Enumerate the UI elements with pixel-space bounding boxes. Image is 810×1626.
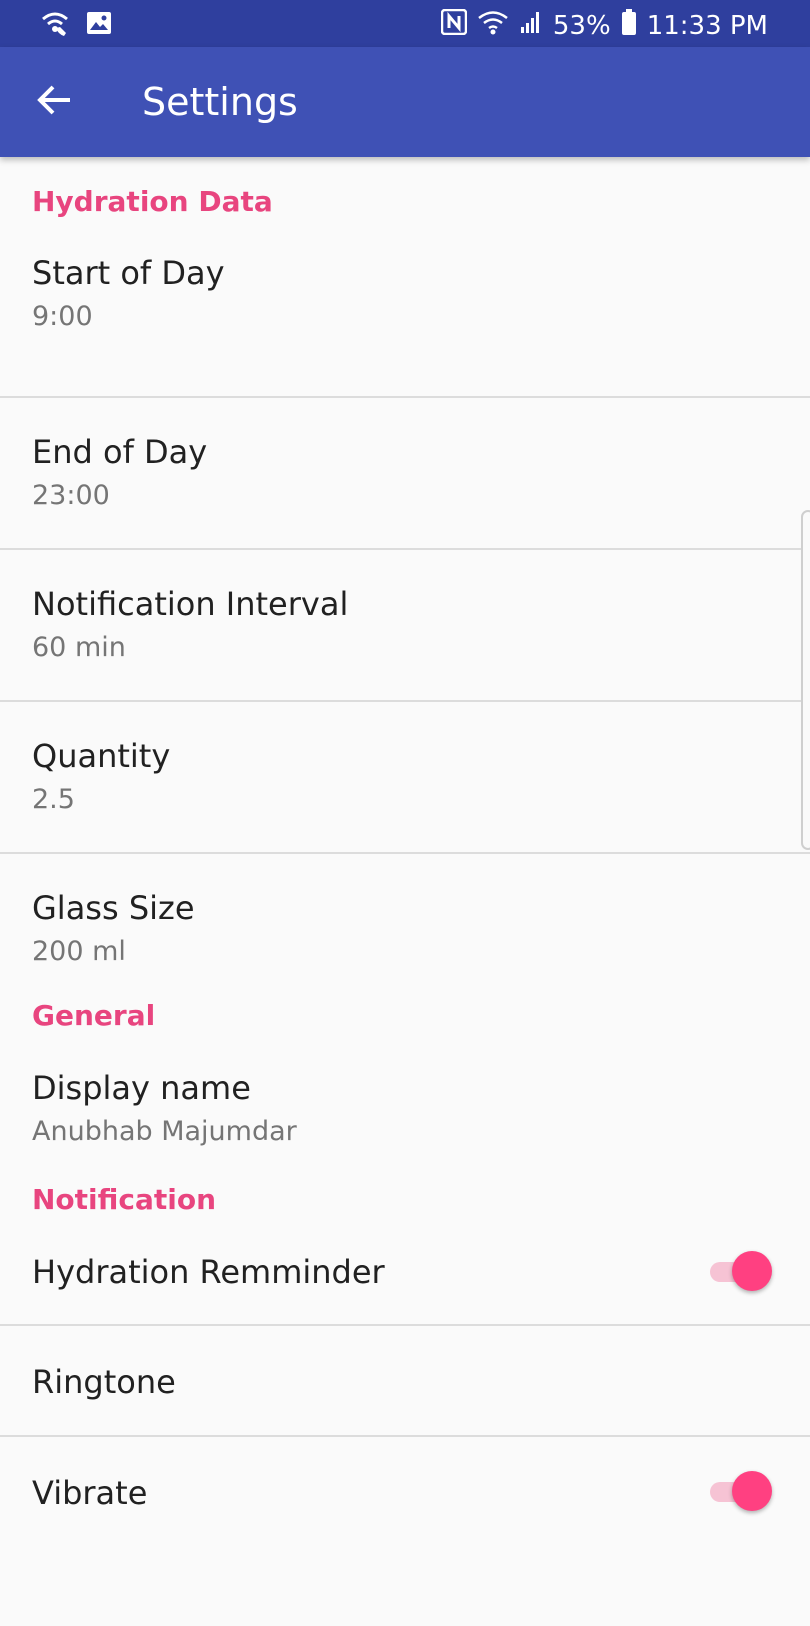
pref-title: Glass Size — [32, 889, 195, 927]
nfc-icon — [440, 8, 468, 42]
status-left-icons — [40, 9, 112, 41]
category-general: General — [32, 999, 156, 1032]
vibrate-switch[interactable] — [710, 1471, 772, 1513]
back-button[interactable] — [26, 74, 82, 130]
arrow-left-icon — [36, 84, 72, 121]
pref-hydration-reminder[interactable]: Hydration Remminder — [0, 1222, 810, 1326]
pref-title: End of Day — [32, 433, 208, 471]
pref-summary: Anubhab Majumdar — [32, 1116, 297, 1147]
hydration-reminder-switch[interactable] — [710, 1251, 772, 1293]
pref-summary: 9:00 — [32, 301, 93, 332]
pref-end-of-day[interactable]: End of Day 23:00 — [0, 398, 810, 550]
clock: 11:33 PM — [646, 10, 768, 41]
switch-thumb — [732, 1251, 772, 1291]
pref-title: Quantity — [32, 737, 171, 775]
pref-display-name[interactable]: Display name Anubhab Majumdar — [0, 1038, 810, 1178]
category-hydration-data: Hydration Data — [32, 185, 273, 218]
pref-title: Start of Day — [32, 254, 225, 292]
page-title: Settings — [142, 80, 298, 124]
pref-glass-size[interactable]: Glass Size 200 ml — [0, 854, 810, 994]
pref-notification-interval[interactable]: Notification Interval 60 min — [0, 550, 810, 702]
pref-title: Display name — [32, 1069, 251, 1107]
switch-thumb — [732, 1471, 772, 1511]
pref-title: Vibrate — [32, 1474, 148, 1512]
pref-summary: 60 min — [32, 632, 126, 663]
pref-title: Ringtone — [32, 1363, 176, 1401]
pref-title: Notification Interval — [32, 585, 349, 623]
pref-quantity[interactable]: Quantity 2.5 — [0, 702, 810, 854]
pref-summary: 200 ml — [32, 936, 126, 967]
signal-icon — [519, 10, 543, 41]
app-bar: Settings — [0, 47, 810, 157]
wifi-call-icon — [40, 9, 70, 41]
settings-list: Hydration Data Start of Day 9:00 End of … — [0, 157, 810, 1547]
status-bar: 53% 11:33 PM — [0, 0, 810, 47]
pref-ringtone[interactable]: Ringtone — [0, 1326, 810, 1437]
category-notification: Notification — [32, 1183, 217, 1216]
status-right-icons: 53% 11:33 PM — [440, 8, 768, 43]
wifi-icon — [477, 9, 509, 42]
battery-percent: 53% — [552, 10, 611, 41]
pref-start-of-day[interactable]: Start of Day 9:00 — [0, 217, 810, 398]
pref-vibrate[interactable]: Vibrate — [0, 1437, 810, 1547]
pref-title: Hydration Remminder — [32, 1253, 385, 1291]
edge-panel-handle[interactable] — [801, 510, 810, 850]
pref-summary: 23:00 — [32, 480, 110, 511]
image-icon — [86, 11, 112, 39]
battery-icon — [621, 8, 637, 43]
pref-summary: 2.5 — [32, 784, 75, 815]
